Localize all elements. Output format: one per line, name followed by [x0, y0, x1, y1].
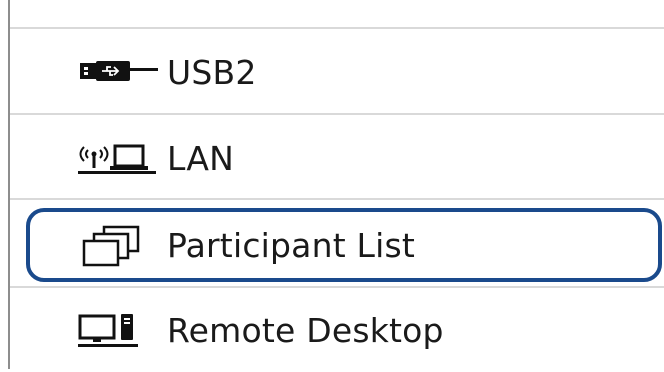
menu-item-usb2[interactable]: USB2 [10, 30, 664, 114]
menu-item-label: USB2 [167, 52, 257, 92]
menu-item-remote-desktop[interactable]: Remote Desktop [10, 288, 664, 372]
menu-item-lan[interactable]: LAN [10, 116, 664, 200]
remote-desktop-icon [74, 307, 164, 353]
divider [10, 198, 664, 200]
divider [10, 113, 664, 115]
usb-cable-icon [74, 49, 164, 95]
menu-item-label: Remote Desktop [167, 310, 444, 350]
participant-windows-icon [78, 222, 168, 268]
menu-item-label: Participant List [167, 225, 416, 265]
lan-network-icon [74, 135, 164, 181]
connection-menu: USB2 LAN Participant List Remote Desktop [0, 0, 664, 369]
menu-item-label: LAN [167, 138, 235, 178]
divider [10, 27, 664, 29]
menu-item-participant-list[interactable]: Participant List [26, 208, 662, 282]
